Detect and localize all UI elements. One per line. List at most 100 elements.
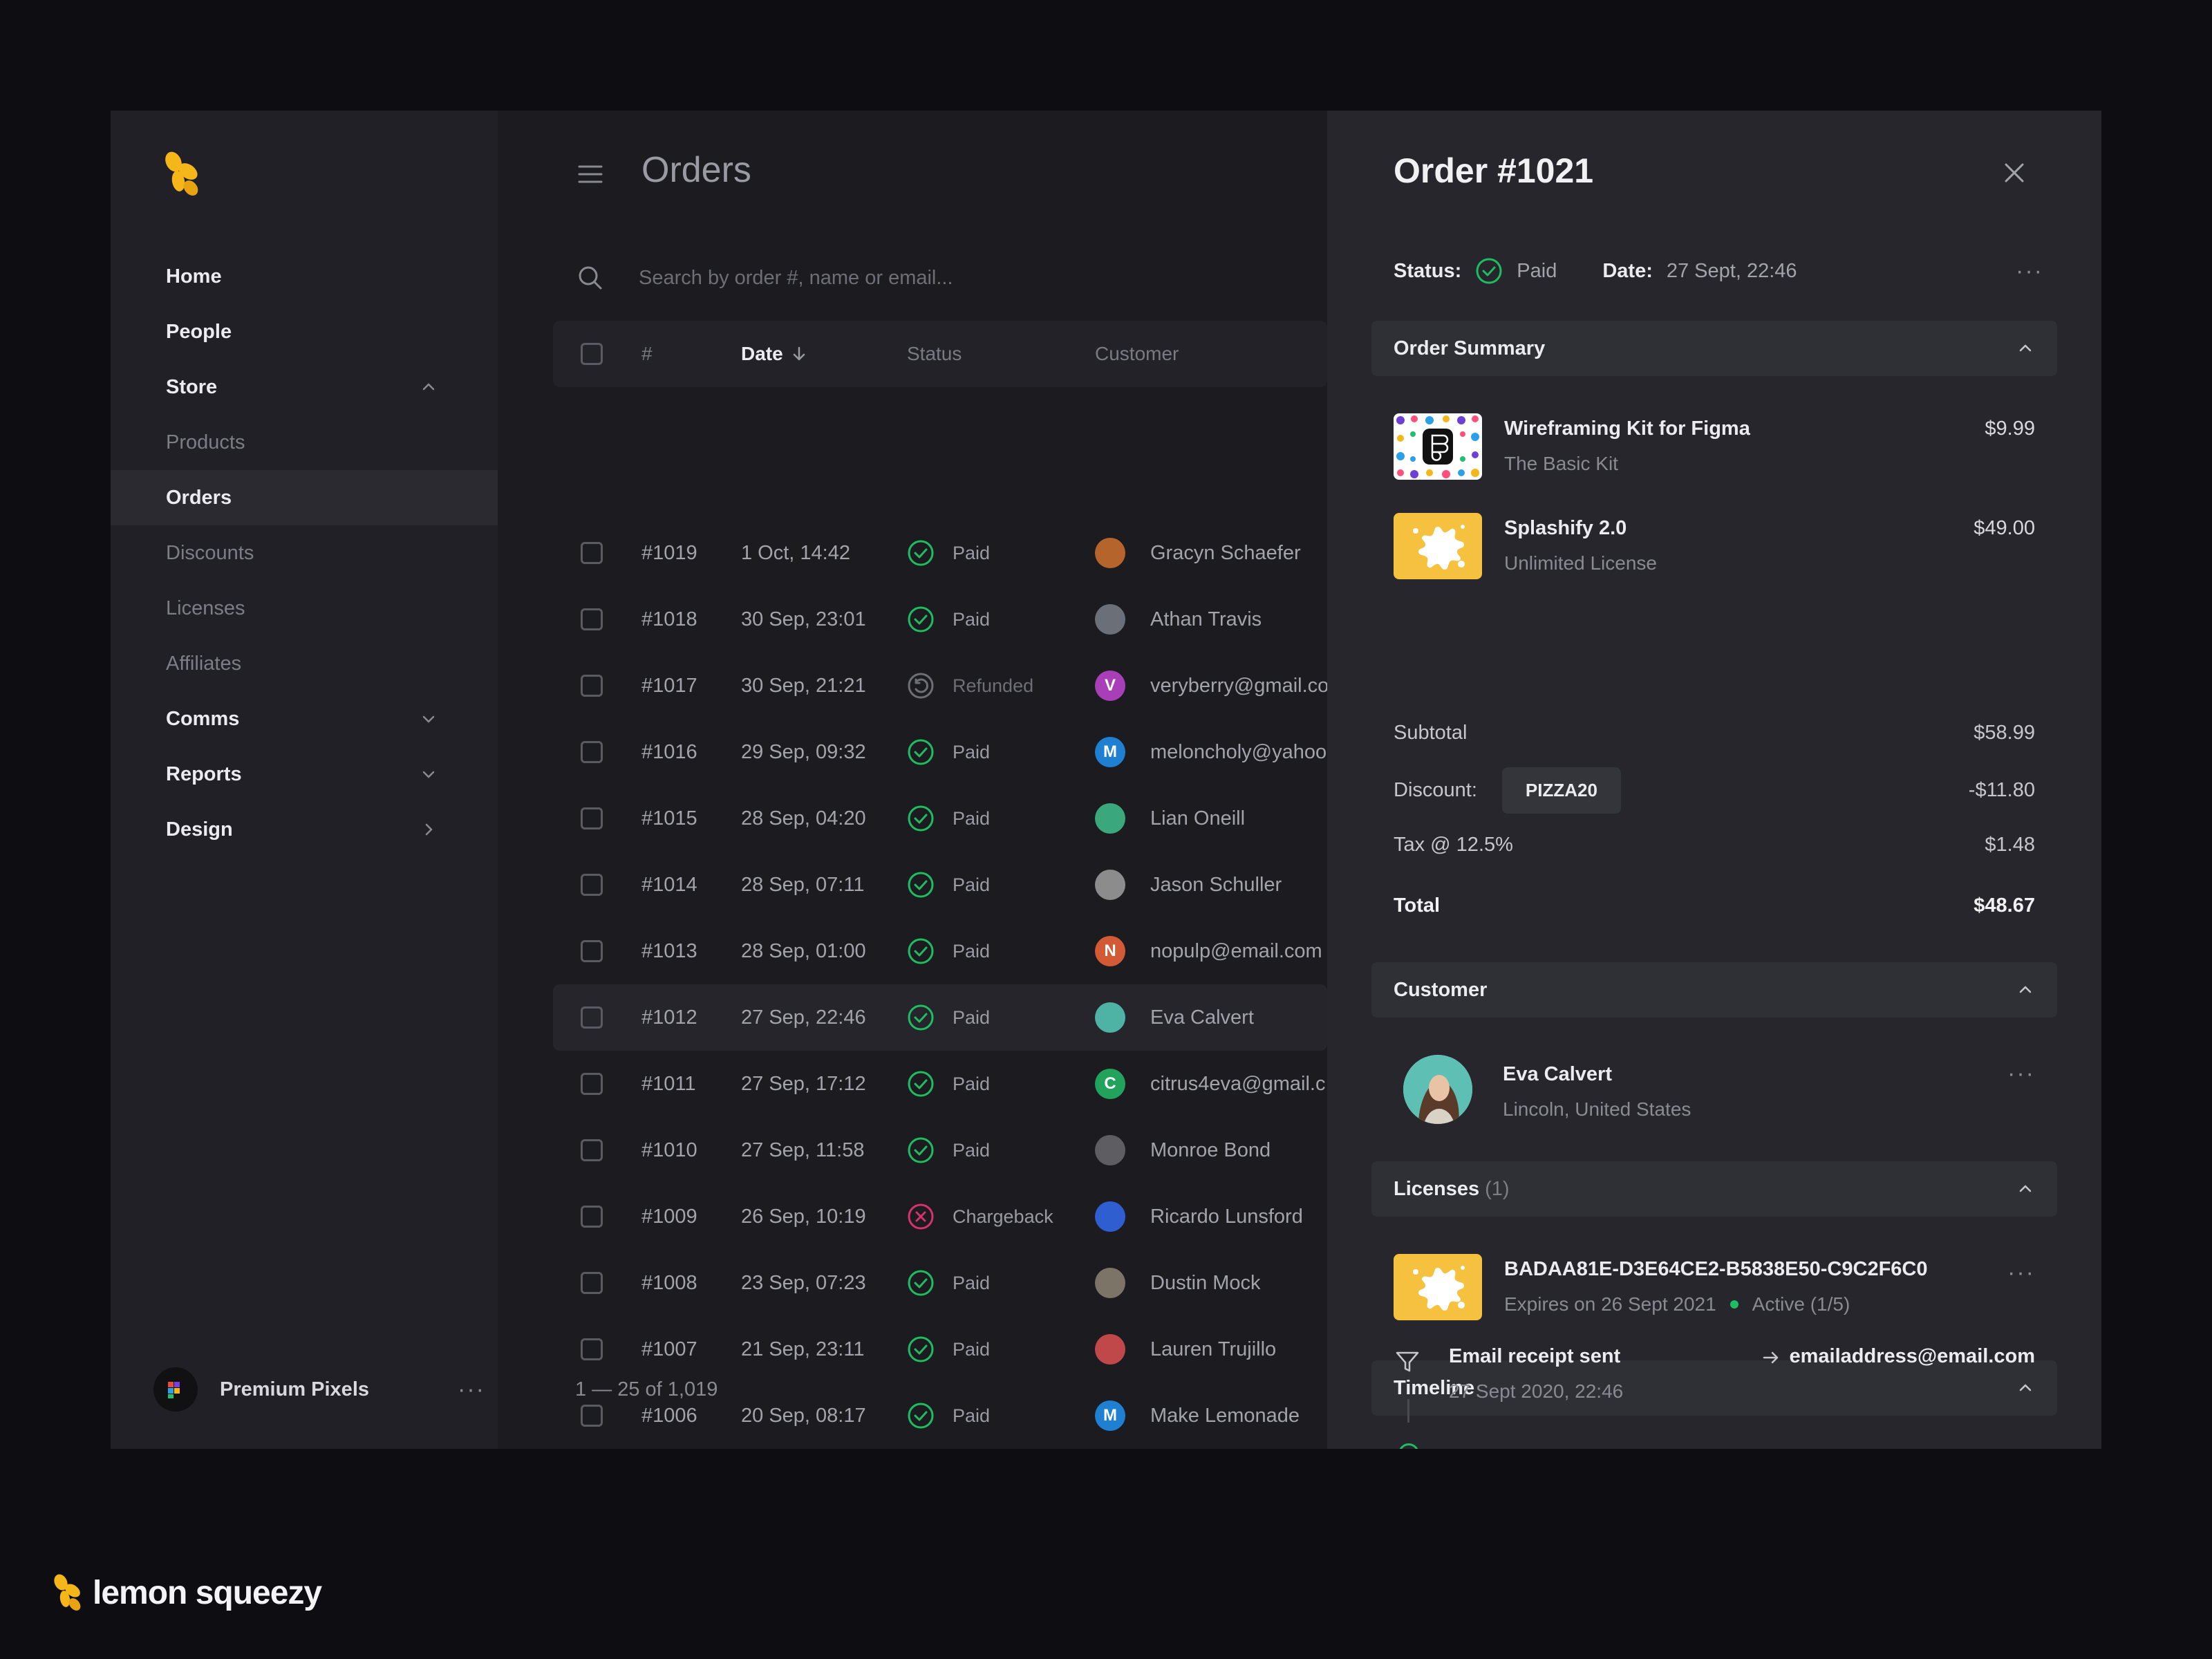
workspace-menu-icon[interactable]: ··· — [458, 1378, 485, 1401]
order-customer: Vveryberry@gmail.co — [1095, 671, 1329, 701]
order-more-icon[interactable]: ··· — [2016, 259, 2043, 283]
timeline-event-time: 27 Sept 2020, 22:46 — [1449, 1380, 1624, 1402]
row-checkbox[interactable] — [581, 1139, 603, 1161]
row-checkbox[interactable] — [581, 741, 603, 763]
column-header-number[interactable]: # — [641, 343, 653, 365]
table-row[interactable]: #1011 27 Sep, 17:12 Paid Ccitrus4eva@gmail.… — [553, 1051, 1327, 1117]
sidebar-item-store[interactable]: Store — [111, 359, 498, 415]
avatar: C — [1095, 1069, 1125, 1099]
order-date: 27 Sep, 11:58 — [741, 1138, 865, 1161]
sidebar-item-licenses[interactable]: Licenses — [111, 581, 498, 636]
customer-name: Lian Oneill — [1150, 807, 1246, 830]
row-checkbox[interactable] — [581, 1272, 603, 1294]
column-header-customer[interactable]: Customer — [1095, 343, 1179, 365]
row-checkbox[interactable] — [581, 542, 603, 564]
sidebar-item-comms[interactable]: Comms — [111, 691, 498, 747]
customer-avatar[interactable] — [1403, 1055, 1472, 1124]
row-checkbox[interactable] — [581, 874, 603, 896]
customer-name: Jason Schuller — [1150, 873, 1282, 896]
timeline-recipient[interactable]: emailaddress@email.com — [1761, 1345, 2035, 1403]
chevron-down-icon[interactable] — [419, 709, 438, 729]
row-checkbox[interactable] — [581, 1405, 603, 1427]
sidebar-item-reports[interactable]: Reports — [111, 747, 498, 802]
order-summary-header[interactable]: Order Summary — [1371, 321, 2057, 376]
row-checkbox[interactable] — [581, 1006, 603, 1029]
hamburger-menu-icon[interactable] — [577, 160, 604, 188]
table-row[interactable]: #1017 30 Sep, 21:21 Refunded Vveryberry@gma… — [553, 653, 1329, 719]
order-status: Paid — [907, 937, 990, 965]
status-label: Chargeback — [953, 1206, 1053, 1227]
table-row[interactable]: #1012 27 Sep, 22:46 Paid Eva Calvert — [553, 984, 1327, 1051]
discount-code-badge[interactable]: PIZZA20 — [1501, 767, 1621, 814]
total-value: $48.67 — [1974, 894, 2035, 917]
status-label: Paid — [953, 1338, 991, 1360]
row-checkbox[interactable] — [581, 675, 603, 697]
avatar — [1095, 1002, 1125, 1033]
row-checkbox[interactable] — [581, 807, 603, 830]
timeline-recipient-email: emailaddress@email.com — [1789, 1345, 2035, 1367]
sidebar-item-design[interactable]: Design — [111, 802, 498, 857]
table-row[interactable]: #1013 28 Sep, 01:00 Paid Nnopulp@email.com — [553, 918, 1327, 984]
subtotal-value: $58.99 — [1974, 722, 2035, 744]
row-checkbox[interactable] — [581, 940, 603, 962]
table-row[interactable]: #1016 29 Sep, 09:32 Paid Mmeloncholy@yahoo — [553, 719, 1327, 785]
licenses-header[interactable]: Licenses (1) — [1371, 1161, 2057, 1217]
status-paid-icon — [908, 938, 934, 964]
order-status: Paid — [907, 1402, 990, 1430]
table-row[interactable]: #1014 28 Sep, 07:11 Paid Jason Schuller — [553, 852, 1327, 918]
license-key[interactable]: BADAA81E-D3E64CE2-B5838E50-C9C2F6C0 — [1504, 1258, 1927, 1281]
order-product-item[interactable]: Splashify 2.0 Unlimited License $49.00 — [1394, 513, 2035, 582]
row-checkbox[interactable] — [581, 608, 603, 630]
license-more-icon[interactable]: ··· — [2007, 1261, 2035, 1320]
table-row[interactable]: #1015 28 Sep, 04:20 Paid Lian Oneill — [553, 785, 1327, 852]
sidebar-item-orders[interactable]: Orders — [111, 470, 498, 525]
chevron-right-icon[interactable] — [419, 820, 438, 839]
avatar: M — [1095, 1400, 1125, 1431]
sidebar-nav: Home People Store Products Orders Discounts Li… — [111, 249, 498, 857]
sidebar-item-home[interactable]: Home — [111, 249, 498, 304]
lemon-logo-icon[interactable] — [163, 151, 202, 198]
sidebar-item-people[interactable]: People — [111, 304, 498, 359]
select-all-checkbox[interactable] — [581, 343, 603, 365]
table-row[interactable]: #1009 26 Sep, 10:19 Chargeback Ricardo Luns… — [553, 1183, 1327, 1250]
status-paid-icon — [908, 872, 934, 898]
search-input[interactable] — [639, 266, 1261, 290]
row-checkbox[interactable] — [581, 1206, 603, 1228]
order-product-item[interactable]: Wireframing Kit for Figma The Basic Kit … — [1394, 413, 2035, 482]
status-chargeback-icon — [908, 1203, 934, 1230]
row-checkbox[interactable] — [581, 1338, 603, 1360]
sidebar-item-products[interactable]: Products — [111, 415, 498, 470]
order-customer: Lian Oneill — [1095, 803, 1245, 834]
order-date: 23 Sep, 07:23 — [741, 1271, 866, 1294]
customer-header[interactable]: Customer — [1371, 962, 2057, 1018]
sidebar-item-label: Comms — [166, 707, 240, 730]
row-checkbox[interactable] — [581, 1073, 603, 1095]
chevron-up-icon[interactable] — [419, 377, 438, 397]
customer-name: nopulp@email.com — [1150, 939, 1322, 962]
table-row[interactable]: #1018 30 Sep, 23:01 Paid Athan Travis — [553, 586, 1327, 653]
table-row[interactable]: #1007 21 Sep, 23:11 Paid Lauren Trujillo — [553, 1316, 1327, 1382]
table-row[interactable]: #1019 1 Oct, 14:42 Paid Gracyn Schaefer — [553, 520, 1327, 586]
product-price: $49.00 — [1974, 517, 2035, 539]
table-row[interactable]: #1010 27 Sep, 11:58 Paid Monroe Bond — [553, 1117, 1327, 1183]
column-header-date[interactable]: Date — [741, 343, 808, 365]
license-thumbnail — [1394, 1254, 1482, 1320]
close-icon[interactable] — [1998, 156, 2031, 189]
order-date: 28 Sep, 07:11 — [741, 873, 865, 896]
timeline-next-dot — [1398, 1443, 1419, 1449]
order-number: #1016 — [641, 740, 697, 763]
order-customer: Dustin Mock — [1095, 1268, 1261, 1298]
status-paid-icon — [908, 739, 934, 765]
table-row[interactable]: #1008 23 Sep, 07:23 Paid Dustin Mock — [553, 1250, 1327, 1316]
column-header-status[interactable]: Status — [907, 343, 962, 365]
sidebar-item-discounts[interactable]: Discounts — [111, 525, 498, 581]
sidebar-item-affiliates[interactable]: Affiliates — [111, 636, 498, 691]
workspace-switcher[interactable]: Premium Pixels ··· — [153, 1362, 485, 1417]
search-icon — [579, 266, 602, 290]
table-header: # Date Status Customer — [553, 321, 1327, 387]
order-status: Paid — [907, 1004, 990, 1031]
customer-name[interactable]: Eva Calvert — [1503, 1063, 1691, 1086]
customer-more-icon[interactable]: ··· — [2007, 1062, 2035, 1124]
premium-pixels-logo-icon — [168, 1382, 180, 1398]
chevron-down-icon[interactable] — [419, 765, 438, 784]
